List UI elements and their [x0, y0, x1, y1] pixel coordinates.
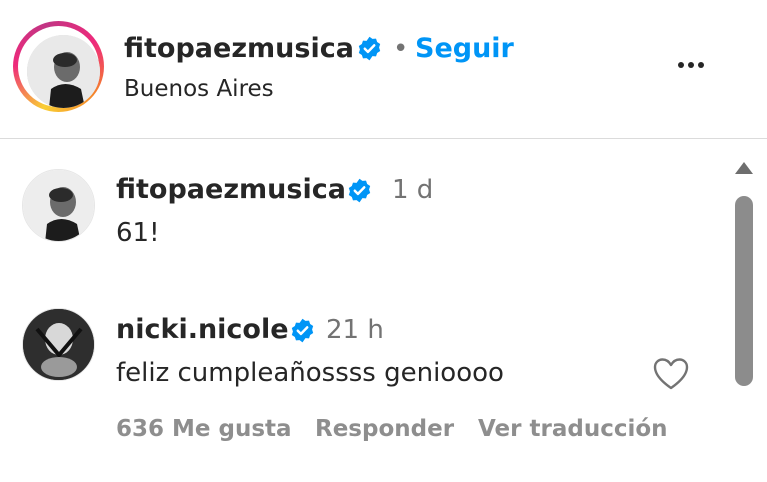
- verified-badge-icon: [358, 36, 381, 61]
- separator-dot: •: [393, 34, 409, 64]
- see-translation-button[interactable]: Ver traducción: [478, 416, 668, 442]
- follow-button[interactable]: Seguir: [415, 33, 514, 64]
- comments-list: fitopaezmusica 1 d 61! nicki.nicole 21 h…: [0, 140, 727, 482]
- comment-timestamp[interactable]: 1 d: [392, 175, 433, 205]
- comment-text: feliz cumpleañossss genioooo: [116, 358, 504, 388]
- verified-badge-icon: [348, 178, 371, 203]
- reply-button[interactable]: Responder: [315, 416, 454, 442]
- comment-username[interactable]: nicki.nicole: [116, 314, 289, 345]
- likes-count[interactable]: 636 Me gusta: [116, 416, 292, 442]
- story-ring-avatar[interactable]: [13, 21, 104, 112]
- scroll-up-arrow-icon[interactable]: [733, 160, 755, 176]
- comment-username[interactable]: fitopaezmusica: [116, 174, 346, 205]
- comment-text: 61!: [116, 218, 160, 248]
- scrollbar-thumb[interactable]: [735, 196, 753, 386]
- comment-timestamp[interactable]: 21 h: [326, 315, 384, 345]
- avatar: [27, 35, 100, 108]
- location-link[interactable]: Buenos Aires: [124, 76, 274, 102]
- header-username[interactable]: fitopaezmusica: [124, 33, 354, 64]
- avatar[interactable]: [22, 308, 95, 381]
- heart-outline-icon[interactable]: [652, 357, 690, 391]
- avatar[interactable]: [22, 169, 95, 242]
- more-options-icon[interactable]: [675, 53, 707, 77]
- verified-badge-icon: [291, 318, 314, 343]
- post-header: fitopaezmusica • Seguir Buenos Aires: [0, 0, 767, 139]
